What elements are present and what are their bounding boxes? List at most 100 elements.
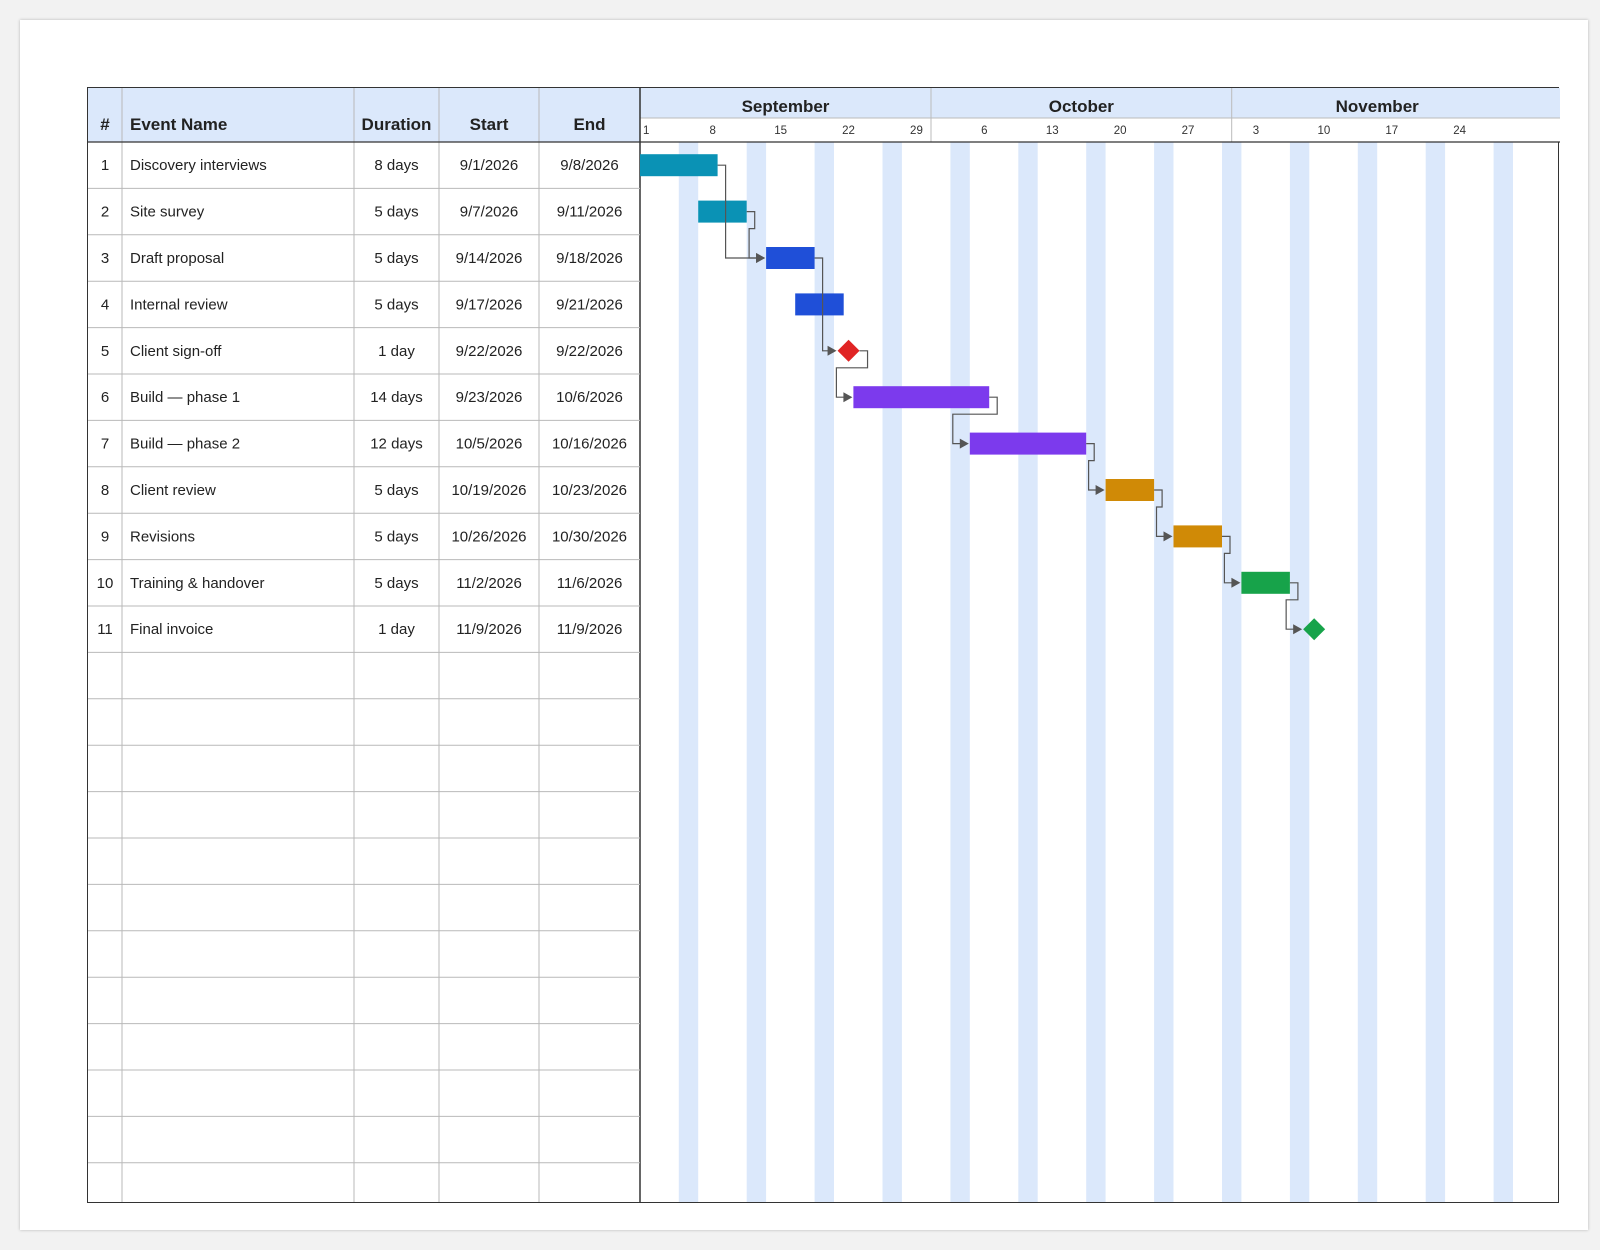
cell-duration: 12 days xyxy=(370,436,423,453)
cell-end: 10/30/2026 xyxy=(552,528,627,545)
header-num: # xyxy=(100,115,110,134)
cell-duration: 5 days xyxy=(374,204,418,221)
cell-duration: 14 days xyxy=(370,389,423,406)
week-tick-label: 13 xyxy=(1046,125,1059,137)
cell-start: 10/26/2026 xyxy=(451,528,526,545)
cell-end: 10/6/2026 xyxy=(556,389,623,406)
task-bar xyxy=(795,293,844,316)
week-tick-label: 15 xyxy=(774,125,787,137)
gantt-frame: # Event Name Duration Start End September Octo… xyxy=(87,87,1560,1203)
week-tick-label: 8 xyxy=(710,125,716,137)
task-bar xyxy=(1105,479,1155,501)
weekend-band xyxy=(1425,142,1446,1202)
cell-end: 10/23/2026 xyxy=(552,482,627,499)
week-tick-label: 3 xyxy=(1253,125,1259,137)
cell-num: 8 xyxy=(101,482,109,499)
cell-event-name: Draft proposal xyxy=(130,250,224,267)
weekend-band xyxy=(678,142,699,1202)
header-duration: Duration xyxy=(362,115,432,134)
week-tick-label: 24 xyxy=(1453,125,1466,137)
cell-event-name: Client review xyxy=(130,482,216,499)
cell-num: 9 xyxy=(101,528,109,545)
cell-event-name: Client sign-off xyxy=(130,343,222,360)
cell-num: 11 xyxy=(97,621,113,638)
weekend-band xyxy=(1222,142,1242,1202)
week-tick-label: 22 xyxy=(842,125,855,137)
header-end: End xyxy=(573,115,605,134)
cell-end: 9/21/2026 xyxy=(556,296,623,313)
cell-num: 5 xyxy=(101,343,109,360)
task-bar xyxy=(853,386,990,409)
milestone-marker xyxy=(837,339,860,362)
cell-event-name: Internal review xyxy=(130,296,228,313)
month-label: October xyxy=(1049,97,1115,116)
cell-end: 9/22/2026 xyxy=(556,343,623,360)
cell-start: 9/23/2026 xyxy=(456,389,523,406)
cell-event-name: Site survey xyxy=(130,204,205,221)
weekend-band xyxy=(1289,142,1310,1202)
task-bar xyxy=(698,200,747,223)
cell-end: 10/16/2026 xyxy=(552,436,627,453)
header-start: Start xyxy=(470,115,509,134)
page: # Event Name Duration Start End September Octo… xyxy=(20,20,1588,1230)
cell-start: 11/2/2026 xyxy=(456,575,522,592)
cell-duration: 5 days xyxy=(374,296,418,313)
weekend-band xyxy=(1086,142,1106,1202)
cell-num: 1 xyxy=(101,157,109,174)
week-tick-label: 27 xyxy=(1182,125,1195,137)
cell-num: 3 xyxy=(101,250,109,267)
cell-num: 10 xyxy=(97,575,114,592)
cell-num: 4 xyxy=(101,296,109,313)
month-label: September xyxy=(742,97,830,116)
cell-start: 9/1/2026 xyxy=(460,157,518,174)
weekend-band xyxy=(1018,142,1038,1202)
week-tick-label: 1 xyxy=(643,125,649,137)
cell-duration: 1 day xyxy=(378,343,415,360)
weekend-band xyxy=(882,142,902,1202)
weekend-band xyxy=(950,142,970,1202)
cell-event-name: Final invoice xyxy=(130,621,213,638)
header-event-name: Event Name xyxy=(130,115,227,134)
gantt-chart: # Event Name Duration Start End September Octo… xyxy=(88,88,1560,1202)
weekend-band xyxy=(746,142,767,1202)
cell-end: 11/9/2026 xyxy=(557,621,623,638)
cell-start: 9/22/2026 xyxy=(456,343,523,360)
dependency-arrow xyxy=(843,392,853,403)
cell-start: 9/17/2026 xyxy=(456,296,523,313)
week-tick-label: 10 xyxy=(1317,125,1330,137)
cell-duration: 5 days xyxy=(374,528,418,545)
cell-start: 9/7/2026 xyxy=(460,204,518,221)
week-tick-label: 29 xyxy=(910,125,923,137)
cell-end: 9/18/2026 xyxy=(556,250,623,267)
cell-event-name: Discovery interviews xyxy=(130,157,267,174)
weekend-band xyxy=(1357,142,1378,1202)
cell-start: 10/19/2026 xyxy=(451,482,526,499)
cell-end: 9/11/2026 xyxy=(557,204,623,221)
week-tick-label: 6 xyxy=(981,125,987,137)
task-bar xyxy=(969,432,1087,455)
weekend-band xyxy=(1493,142,1513,1202)
task-bar xyxy=(1173,525,1222,548)
cell-event-name: Training & handover xyxy=(130,575,265,592)
cell-end: 11/6/2026 xyxy=(557,575,623,592)
cell-num: 6 xyxy=(101,389,109,406)
week-tick-label: 20 xyxy=(1114,125,1127,137)
task-bar xyxy=(640,154,718,177)
cell-duration: 5 days xyxy=(374,250,418,267)
weekend-band xyxy=(1154,142,1174,1202)
cell-start: 10/5/2026 xyxy=(456,436,523,453)
cell-duration: 8 days xyxy=(374,157,418,174)
task-bar xyxy=(1241,571,1290,594)
cell-duration: 5 days xyxy=(374,482,418,499)
cell-start: 9/14/2026 xyxy=(456,250,523,267)
cell-num: 7 xyxy=(101,436,109,453)
cell-event-name: Build — phase 2 xyxy=(130,436,240,453)
cell-duration: 5 days xyxy=(374,575,418,592)
week-tick-label: 17 xyxy=(1385,125,1398,137)
cell-start: 11/9/2026 xyxy=(456,621,522,638)
cell-event-name: Revisions xyxy=(130,528,195,545)
cell-duration: 1 day xyxy=(378,621,415,638)
cell-end: 9/8/2026 xyxy=(560,157,618,174)
cell-num: 2 xyxy=(101,204,109,221)
task-bar xyxy=(766,247,815,269)
